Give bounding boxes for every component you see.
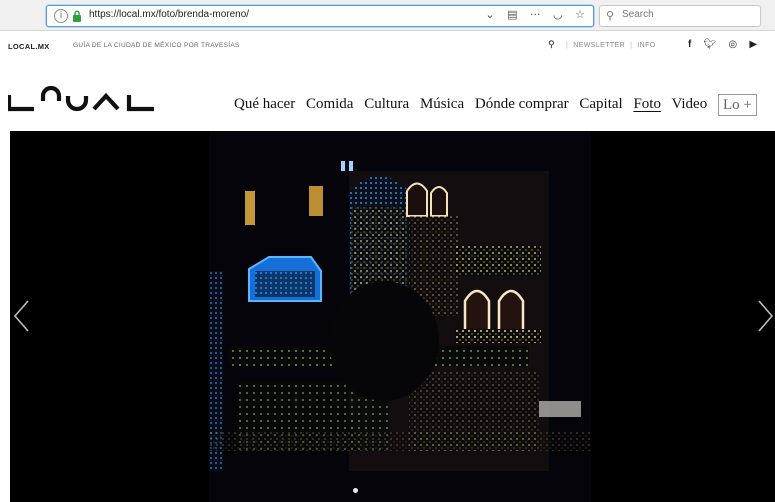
social-links: f 🐦︎ ◎ ▶ [688,39,766,50]
previous-slide-arrow[interactable] [12,299,32,333]
nav-item-comida[interactable]: Comida [306,96,354,112]
lock-icon[interactable] [72,10,82,22]
chevron-down-icon[interactable]: ⌄ [485,8,494,21]
local-logo[interactable] [8,86,156,112]
divider: | [566,42,569,49]
site-tagline: GUÍA DE LA CIUDAD DE MÉXICO POR TRAVESÍA… [73,42,240,49]
nav-item-foto[interactable]: Foto [633,96,661,112]
reader-icon[interactable]: ▤ [507,8,517,21]
more-icon[interactable]: ··· [530,8,541,21]
youtube-icon[interactable]: ▶ [749,39,757,50]
top-links: ⚲ | NEWSLETTER | INFO [548,40,656,50]
slide-dot-active[interactable] [353,488,358,493]
bookmark-star-icon[interactable]: ☆ [575,8,585,21]
info-icon[interactable]: i [54,9,68,23]
nav-item-video[interactable]: Video [671,96,707,112]
next-slide-arrow[interactable] [755,299,775,333]
divider: | [630,42,633,49]
slide-indicator [353,488,358,493]
address-bar-actions: ⌄ ▤ ··· ◡ ☆ [476,8,585,21]
info-link[interactable]: INFO [637,42,655,49]
nav-item-cultura[interactable]: Cultura [364,96,409,112]
facebook-icon[interactable]: f [688,39,691,50]
site-brand-link[interactable]: LOCAL.MX [8,42,50,51]
instagram-icon[interactable]: ◎ [728,39,737,50]
newsletter-link[interactable]: NEWSLETTER [573,42,625,49]
nav-item-musica[interactable]: Música [420,96,464,112]
main-nav: Qué hacer Comida Cultura Música Dónde co… [234,94,757,116]
pocket-icon[interactable]: ◡ [553,8,563,21]
browser-toolbar: i https://local.mx/foto/brenda-moreno/ ⌄… [0,0,775,31]
nav-item-donde-comprar[interactable]: Dónde comprar [475,96,569,112]
address-bar[interactable]: i https://local.mx/foto/brenda-moreno/ ⌄… [46,5,594,27]
nav-item-que-hacer[interactable]: Qué hacer [234,96,295,112]
gallery-photo[interactable] [209,131,591,502]
nav-item-capital[interactable]: Capital [579,96,622,112]
url-text[interactable]: https://local.mx/foto/brenda-moreno/ [89,9,249,20]
search-icon: ⚲ [606,9,615,22]
site-top-strip: LOCAL.MX GUÍA DE LA CIUDAD DE MÉXICO POR… [0,31,775,61]
twitter-icon[interactable]: 🐦︎ [704,39,717,50]
search-input[interactable] [620,8,754,21]
site-search-icon[interactable]: ⚲ [548,40,555,50]
photo-gallery [10,131,775,502]
browser-search[interactable]: ⚲ [599,5,761,27]
nav-more-button[interactable]: Lo + [717,94,757,116]
